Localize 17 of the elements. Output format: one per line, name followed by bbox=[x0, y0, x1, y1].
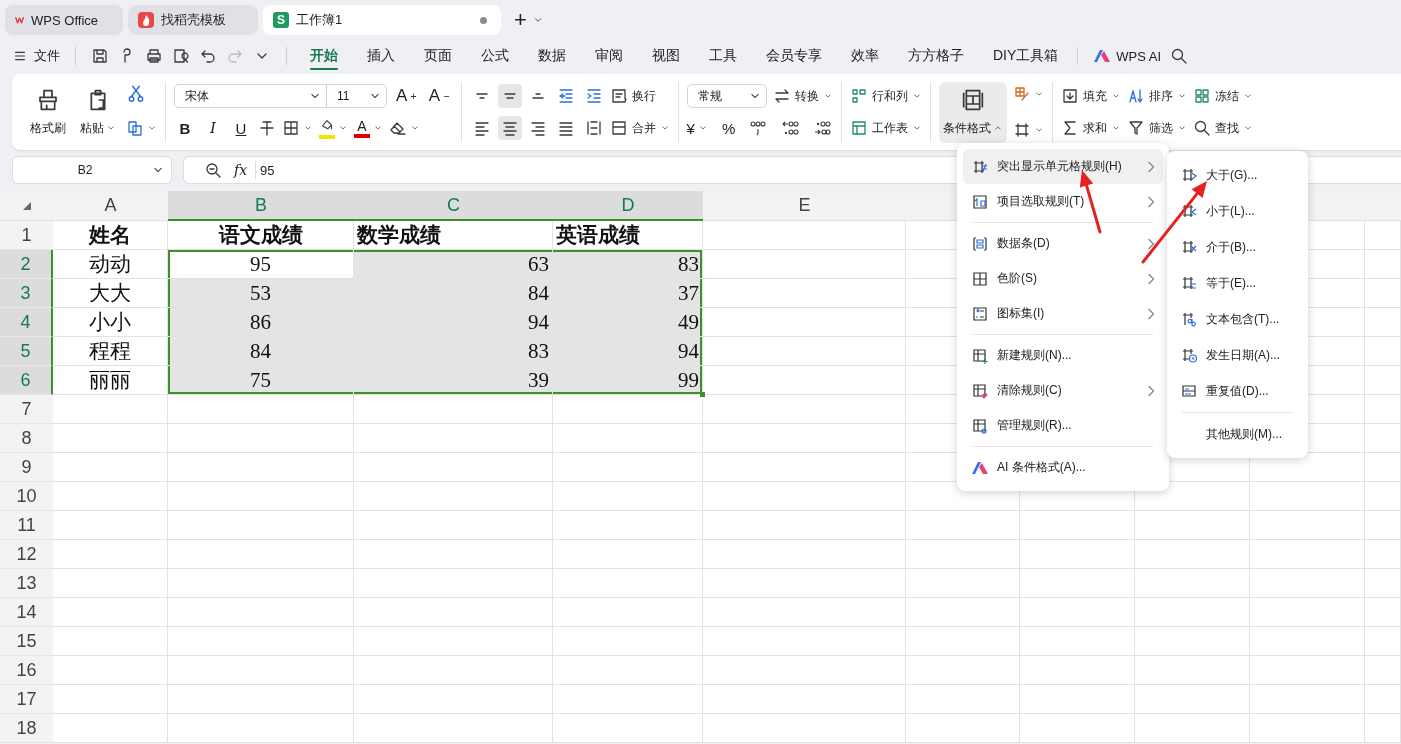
table-cell: 94 bbox=[354, 308, 553, 337]
sheet-logo: S bbox=[273, 12, 289, 28]
table-cell: 53 bbox=[168, 279, 354, 308]
table-cell: 99 bbox=[553, 366, 703, 395]
table-cell: 83 bbox=[354, 337, 553, 366]
table-cell: 83 bbox=[553, 250, 703, 279]
table-cell: 86 bbox=[168, 308, 354, 337]
table-cell: 75 bbox=[168, 366, 354, 395]
table-cell: 84 bbox=[168, 337, 354, 366]
table-cell: 63 bbox=[354, 250, 553, 279]
table-cell: 95 bbox=[168, 250, 354, 279]
table-cell: 49 bbox=[553, 308, 703, 337]
table-cell: 姓名 bbox=[53, 221, 168, 250]
table-cell: 39 bbox=[354, 366, 553, 395]
table-cell: 84 bbox=[354, 279, 553, 308]
table-cell: 37 bbox=[553, 279, 703, 308]
table-cell: 94 bbox=[553, 337, 703, 366]
